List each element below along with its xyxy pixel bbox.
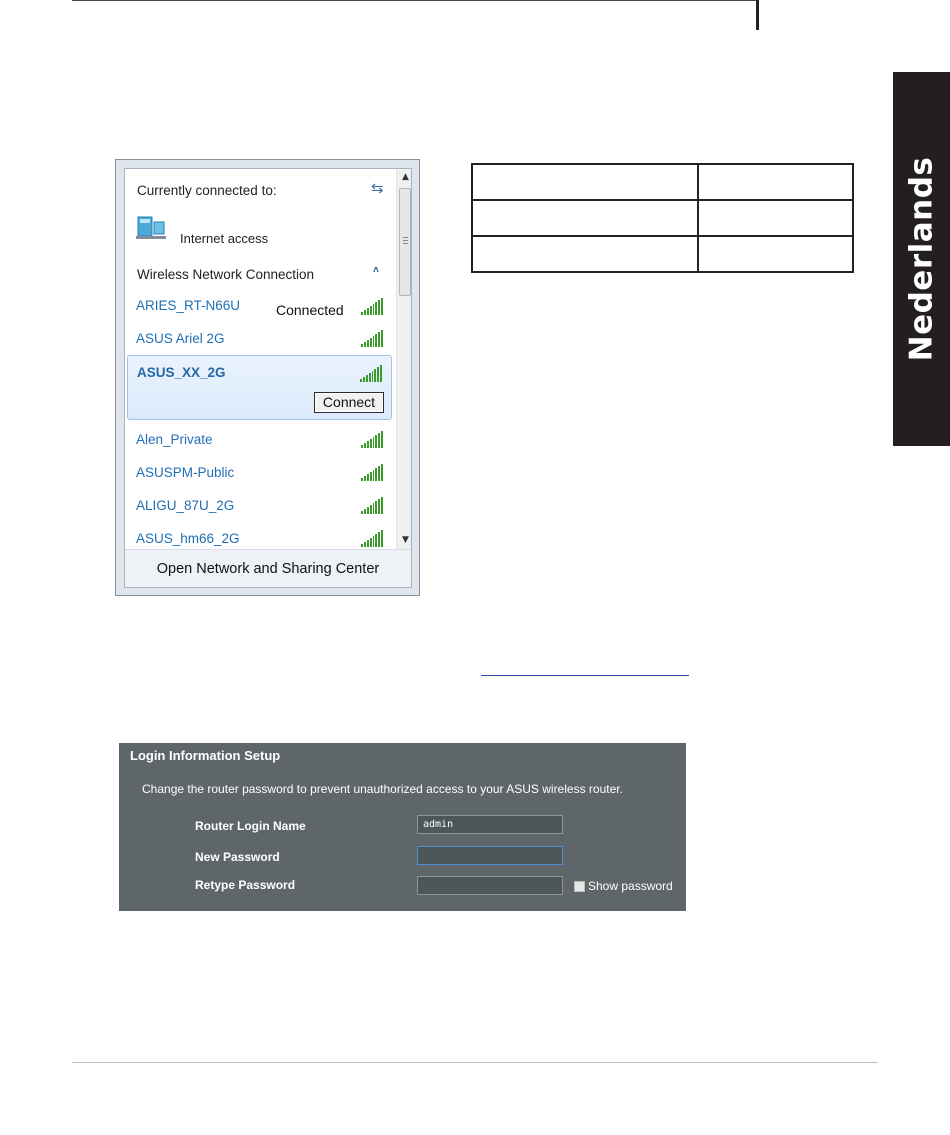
- retype-password-label: Retype Password: [195, 878, 296, 892]
- info-table: [471, 163, 854, 273]
- table-cell: [471, 163, 699, 201]
- login-information-setup-panel: Login Information Setup Change the route…: [119, 743, 686, 911]
- wifi-network-list: Currently connected to: ⇆ Internet acces…: [125, 169, 395, 549]
- language-label: Nederlands: [903, 156, 940, 362]
- signal-strength-icon: [361, 430, 383, 448]
- network-name: ALIGU_87U_2G: [136, 498, 235, 513]
- scrollbar[interactable]: ▲ ▼: [396, 169, 411, 549]
- wifi-flyout-panel: Currently connected to: ⇆ Internet acces…: [124, 168, 412, 588]
- internet-access-label: Internet access: [180, 231, 269, 246]
- table-cell: [471, 199, 699, 237]
- table-cell: [471, 235, 699, 273]
- language-side-tab: Nederlands: [893, 72, 950, 446]
- currently-connected-label: Currently connected to:: [137, 183, 277, 198]
- wireless-section-header[interactable]: Wireless Network Connection: [137, 267, 314, 282]
- wifi-flyout-footer: Open Network and Sharing Center: [125, 549, 411, 587]
- top-rule-mark: [756, 0, 759, 30]
- new-password-label: New Password: [195, 850, 280, 864]
- router-login-name-input[interactable]: [417, 815, 563, 834]
- table-cell: [697, 199, 854, 237]
- login-panel-description: Change the router password to prevent un…: [142, 782, 623, 796]
- signal-strength-icon: [361, 329, 383, 347]
- signal-strength-icon: [361, 297, 383, 315]
- show-password-toggle[interactable]: Show password: [574, 879, 673, 893]
- signal-strength-icon: [361, 463, 383, 481]
- login-panel-title: Login Information Setup: [130, 748, 281, 763]
- network-name: ASUS Ariel 2G: [136, 331, 225, 346]
- table-cell: [697, 235, 854, 273]
- signal-strength-icon: [361, 496, 383, 514]
- bottom-rule: [72, 1062, 878, 1063]
- show-password-label: Show password: [588, 879, 673, 893]
- network-name: ASUS_XX_2G: [137, 365, 226, 380]
- connect-button[interactable]: Connect: [314, 392, 384, 413]
- refresh-icon[interactable]: ⇆: [371, 179, 384, 197]
- network-name: ASUS_hm66_2G: [136, 531, 240, 546]
- collapse-chevron-icon[interactable]: ˄: [373, 265, 379, 276]
- open-network-sharing-center-link[interactable]: Open Network and Sharing Center: [157, 561, 379, 577]
- network-icon: [136, 216, 166, 239]
- new-password-input[interactable]: [417, 846, 563, 865]
- network-name: Alen_Private: [136, 432, 213, 447]
- network-name: ARIES_RT-N66U: [136, 298, 241, 313]
- router-login-name-label: Router Login Name: [195, 819, 306, 833]
- scroll-thumb[interactable]: [399, 188, 411, 296]
- table-row: [471, 163, 854, 201]
- network-item-selected[interactable]: ASUS_XX_2G Connect: [127, 355, 392, 420]
- table-row: [471, 199, 854, 237]
- link-underline: [481, 675, 689, 676]
- show-password-checkbox[interactable]: [574, 880, 585, 892]
- scroll-down-arrow-icon[interactable]: ▼: [397, 532, 411, 549]
- table-cell: [697, 163, 854, 201]
- wifi-flyout-window: Currently connected to: ⇆ Internet acces…: [115, 159, 420, 596]
- signal-strength-icon: [361, 529, 383, 547]
- table-row: [471, 235, 854, 273]
- network-name: ASUSPM-Public: [136, 465, 235, 480]
- scroll-up-arrow-icon[interactable]: ▲: [397, 169, 411, 186]
- top-rule: [72, 0, 758, 1]
- retype-password-input[interactable]: [417, 876, 563, 895]
- signal-strength-icon: [360, 364, 382, 382]
- connected-status: Connected: [276, 302, 344, 318]
